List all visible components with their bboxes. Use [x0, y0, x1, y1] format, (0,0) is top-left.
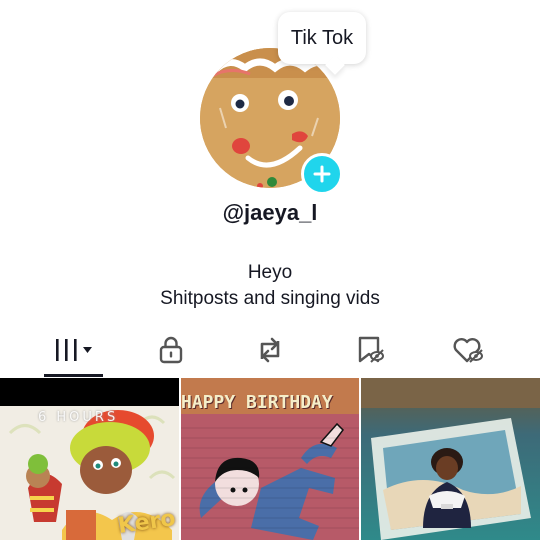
liked-hidden-icon — [453, 338, 483, 363]
repost-icon — [260, 337, 280, 363]
profile-bio-line-1: Heyo — [247, 262, 293, 283]
video-thumbnail[interactable]: 6 HOURS Kero — [0, 378, 179, 540]
grid-icon — [56, 339, 92, 361]
video-overlay-text: 6 HOURS — [38, 410, 119, 425]
lock-icon — [159, 336, 183, 364]
profile-tabs — [0, 330, 540, 378]
tooltip-text: Tik Tok — [290, 26, 354, 49]
profile-username: @jaeya_l — [222, 200, 318, 225]
profile-bio-line-2: Shitposts and singing vids — [160, 288, 380, 309]
video-thumbnail[interactable]: HAPPY BIRTHDAY — [181, 378, 359, 540]
video-thumbnail[interactable] — [361, 378, 540, 540]
chevron-down-icon — [83, 347, 92, 353]
tooltip-bubble: Tik Tok — [278, 12, 366, 64]
tab-reposts[interactable] — [216, 330, 324, 370]
tab-videos[interactable] — [20, 330, 128, 370]
tab-selected-indicator — [44, 374, 103, 377]
tab-liked[interactable] — [414, 330, 522, 370]
video-grid: 6 HOURS Kero HAPPY BIRTHDAY — [0, 378, 540, 540]
video-overlay-text: HAPPY BIRTHDAY — [181, 392, 333, 413]
plus-icon — [313, 165, 331, 183]
tab-favorites[interactable] — [316, 330, 424, 370]
bookmark-hidden-icon — [358, 336, 384, 363]
add-follow-button[interactable] — [301, 153, 343, 195]
tab-private[interactable] — [117, 330, 225, 370]
